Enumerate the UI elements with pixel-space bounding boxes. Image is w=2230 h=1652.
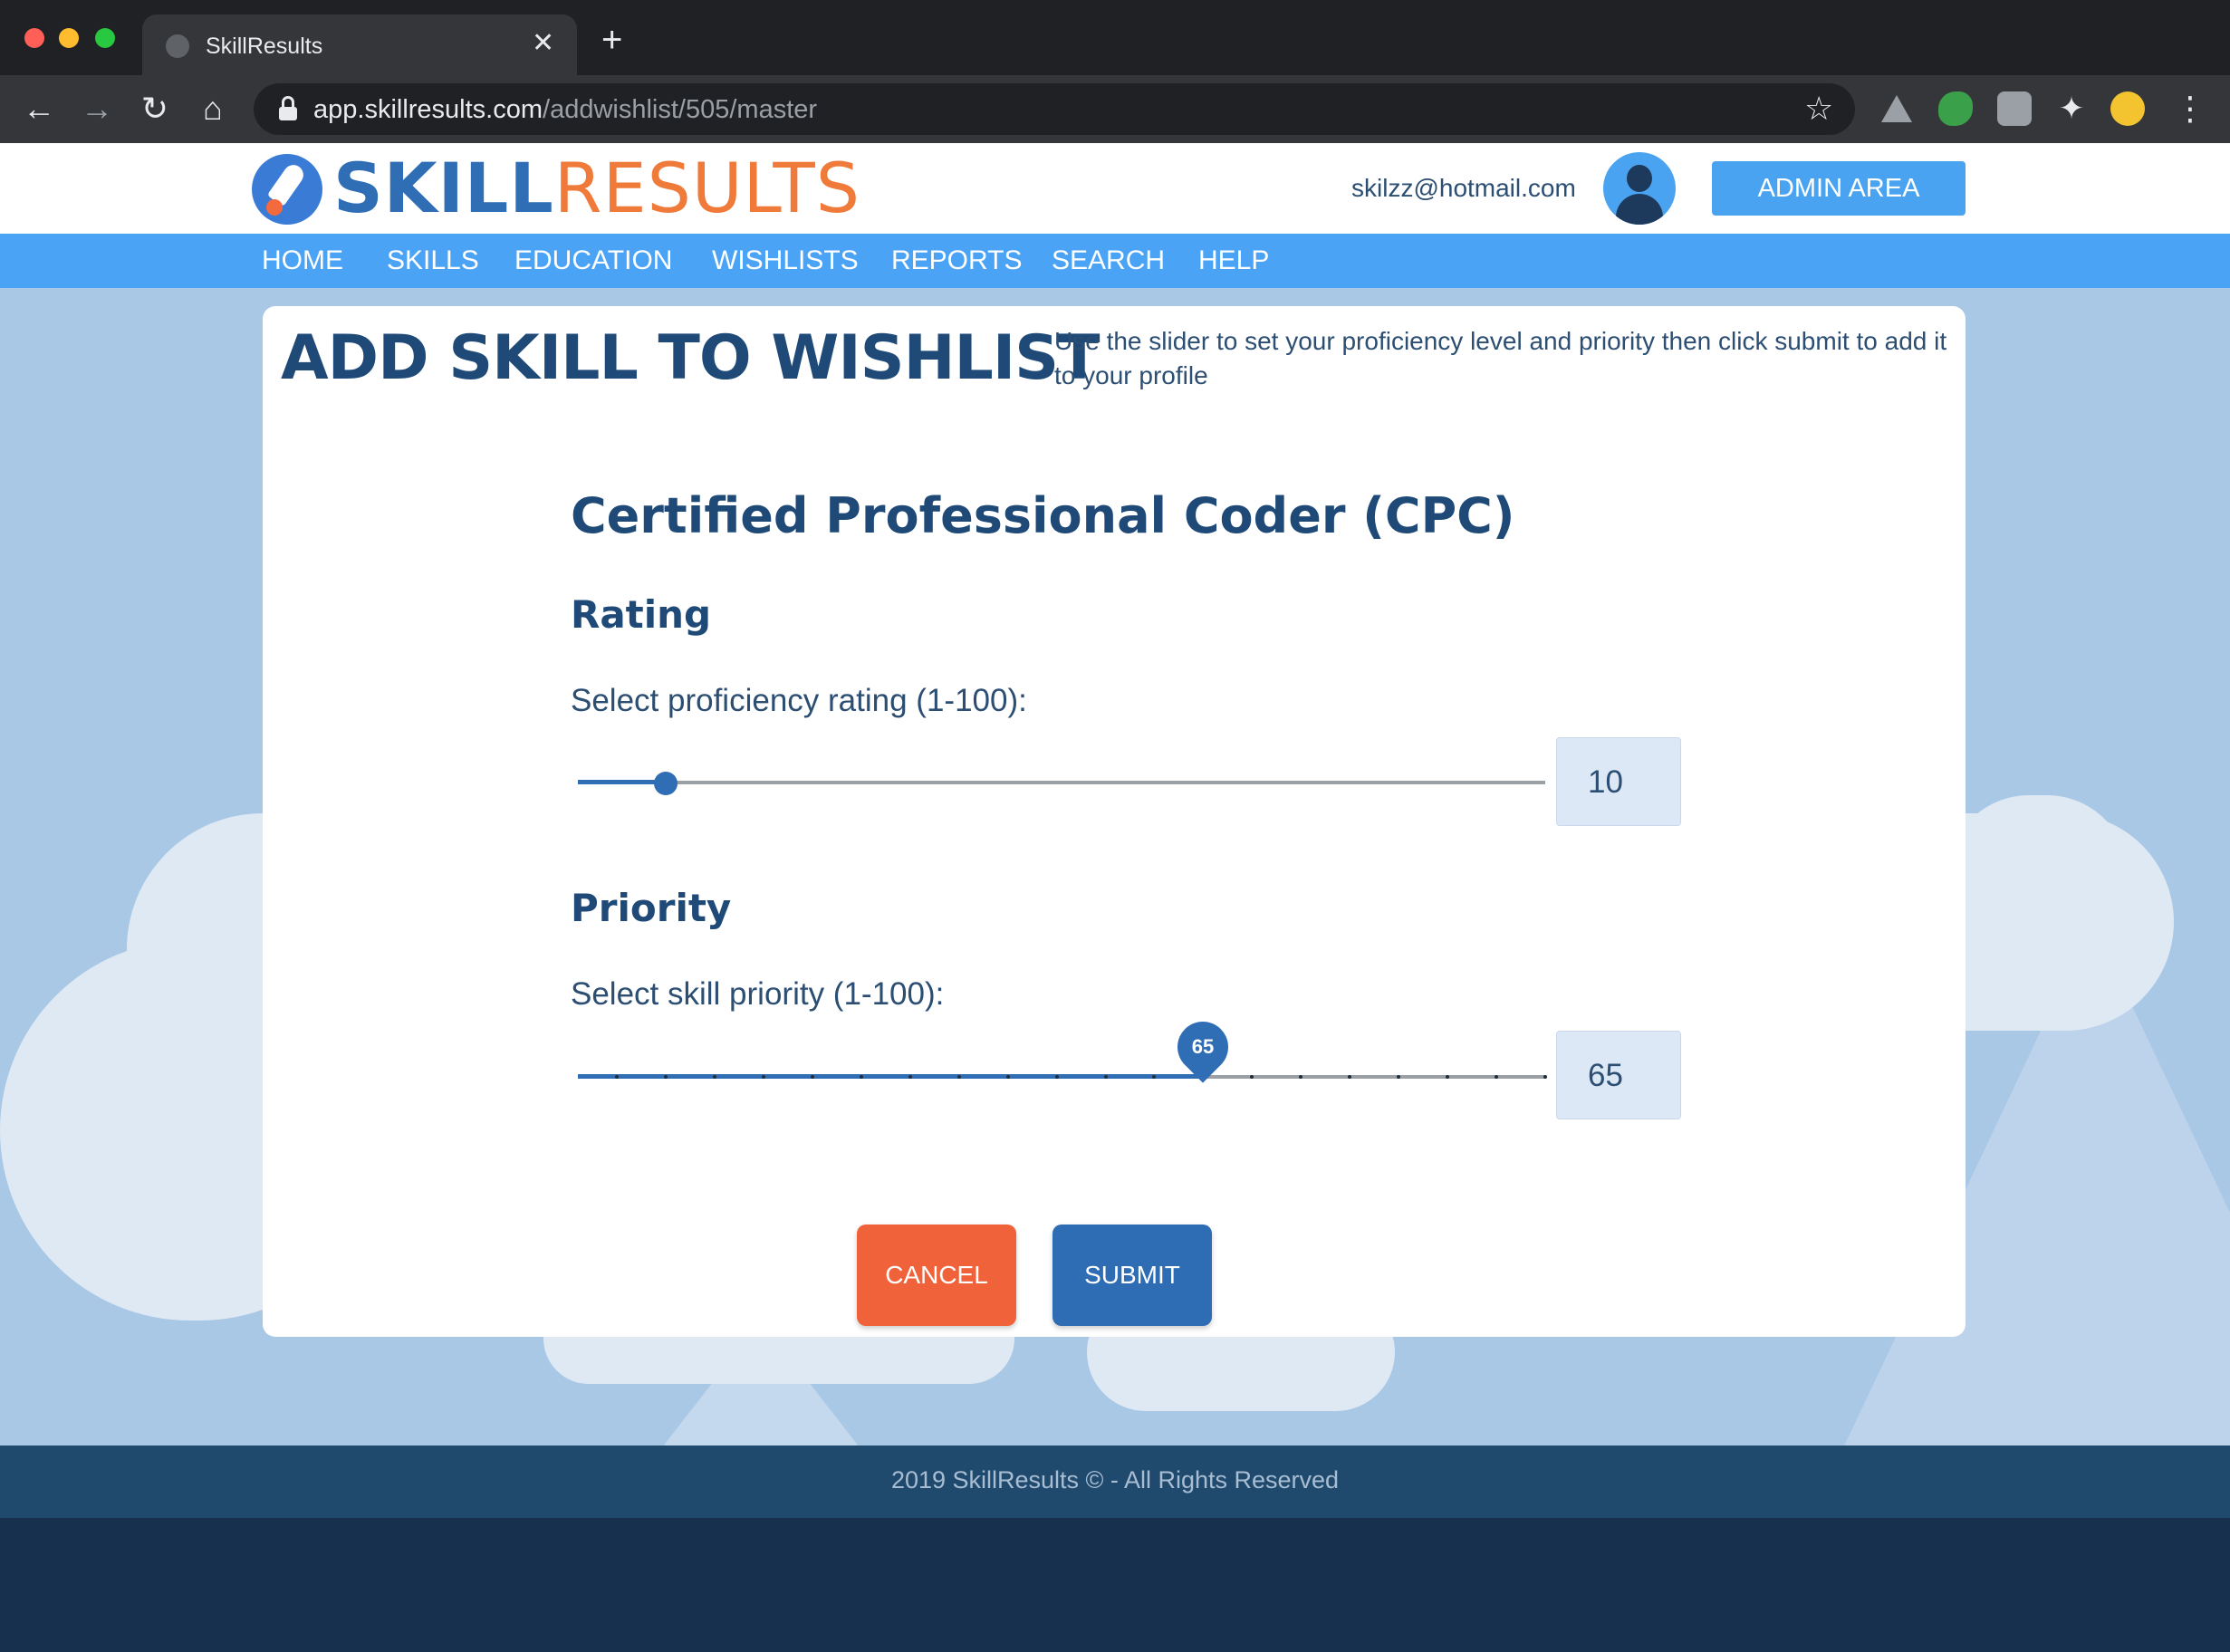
nav-item-help[interactable]: HELP [1198, 245, 1269, 277]
nav-item-skills[interactable]: SKILLS [387, 245, 479, 277]
zoom-window-button[interactable] [95, 28, 115, 48]
site-footer: 2019 SkillResults © - All Rights Reserve… [0, 1446, 2230, 1518]
address-bar[interactable]: app.skillresults.com/addwishlist/505/mas… [254, 83, 1855, 135]
slider-tick [1397, 1075, 1400, 1079]
site-logo[interactable]: SKILLRESULTS [333, 152, 860, 225]
main-nav: HOME SKILLS EDUCATION WISHLISTS REPORTS … [0, 234, 2230, 288]
extensions-puzzle-icon[interactable]: ✦ [2054, 91, 2089, 126]
browser-menu-icon[interactable]: ⋮ [2174, 88, 2206, 130]
rating-value-input[interactable]: 10 [1556, 737, 1681, 826]
nav-item-home[interactable]: HOME [262, 245, 343, 277]
user-avatar[interactable] [1603, 152, 1676, 225]
slider-tick [1495, 1075, 1498, 1079]
slider-fill [578, 1074, 1203, 1079]
skill-name: Certified Professional Coder (CPC) [571, 487, 1515, 544]
nav-item-search[interactable]: SEARCH [1052, 245, 1165, 277]
evernote-extension-icon[interactable] [1938, 91, 1973, 126]
user-email[interactable]: skilzz@hotmail.com [1351, 172, 1576, 205]
copyright-text: 2019 SkillResults © - All Rights Reserve… [890, 1466, 1340, 1494]
site-viewport: SKILLRESULTS skilzz@hotmail.com ADMIN AR… [0, 143, 2230, 1652]
tab-title: SkillResults [206, 34, 323, 59]
rating-slider[interactable] [578, 769, 1545, 796]
minimize-window-button[interactable] [59, 28, 79, 48]
submit-button[interactable]: SUBMIT [1053, 1225, 1212, 1326]
nav-item-wishlists[interactable]: WISHLISTS [712, 245, 859, 277]
slider-tick [762, 1075, 765, 1079]
add-wishlist-card: ADD SKILL TO WISHLIST Use the slider to … [263, 306, 1966, 1337]
back-arrow-icon[interactable]: ← [18, 88, 60, 130]
slider-tick [1348, 1075, 1351, 1079]
priority-label: Select skill priority (1-100): [571, 976, 945, 1012]
slider-tick [1446, 1075, 1449, 1079]
nav-item-reports[interactable]: REPORTS [891, 245, 1022, 277]
reload-icon[interactable]: ↻ [134, 88, 176, 130]
slider-tick [1250, 1075, 1254, 1079]
bookmark-star-icon[interactable]: ☆ [1804, 91, 1833, 127]
page-title: ADD SKILL TO WISHLIST [281, 322, 1101, 394]
priority-heading: Priority [571, 886, 732, 930]
profile-avatar-icon[interactable] [2110, 91, 2145, 126]
slider-tick [1104, 1075, 1108, 1079]
slider-fill [578, 780, 666, 784]
slider-tick [1543, 1075, 1547, 1079]
slider-tick [1152, 1075, 1156, 1079]
slider-tick [860, 1075, 863, 1079]
admin-area-button[interactable]: ADMIN AREA [1712, 161, 1966, 216]
new-tab-button[interactable]: + [601, 22, 622, 58]
slider-tick [811, 1075, 814, 1079]
slider-track [578, 781, 1545, 784]
browser-tabbar: SkillResults ✕ + [0, 0, 2230, 75]
url-text[interactable]: app.skillresults.com/addwishlist/505/mas… [313, 94, 817, 125]
slider-tick [615, 1075, 619, 1079]
nav-item-education[interactable]: EDUCATION [514, 245, 672, 277]
priority-value-input[interactable]: 65 [1556, 1031, 1681, 1119]
close-tab-icon[interactable]: ✕ [532, 27, 554, 60]
lock-icon [279, 96, 297, 121]
slider-tick [1006, 1075, 1010, 1079]
user-head-icon [1627, 165, 1652, 192]
slider-tick [1055, 1075, 1059, 1079]
priority-pin-label: 65 [1191, 1035, 1215, 1058]
background-cloud [1947, 795, 2129, 958]
drive-extension-icon[interactable] [1879, 91, 1914, 126]
browser-toolbar: ← → ↻ ⌂ app.skillresults.com/addwishlist… [0, 75, 2230, 143]
slider-thumb[interactable] [654, 772, 678, 795]
priority-slider[interactable] [578, 1063, 1547, 1090]
slider-tick [713, 1075, 716, 1079]
site-header: SKILLRESULTS skilzz@hotmail.com ADMIN AR… [0, 143, 2230, 234]
extension-icon[interactable] [1997, 91, 2032, 126]
forward-arrow-icon[interactable]: → [76, 88, 118, 130]
rating-label: Select proficiency rating (1-100): [571, 683, 1027, 718]
user-shoulders-icon [1616, 194, 1663, 225]
home-icon[interactable]: ⌂ [192, 88, 234, 130]
page-bottom [0, 1518, 2230, 1652]
slider-tick [908, 1075, 912, 1079]
close-window-button[interactable] [24, 28, 44, 48]
rocket-logo-icon[interactable] [252, 154, 322, 225]
cancel-button[interactable]: CANCEL [857, 1225, 1016, 1326]
slider-tick [957, 1075, 961, 1079]
slider-tick [1299, 1075, 1302, 1079]
slider-tick [664, 1075, 668, 1079]
globe-icon [166, 34, 189, 58]
page-description: Use the slider to set your proficiency l… [1054, 327, 1947, 389]
browser-tab[interactable]: SkillResults ✕ [142, 14, 577, 75]
rating-heading: Rating [571, 592, 712, 637]
